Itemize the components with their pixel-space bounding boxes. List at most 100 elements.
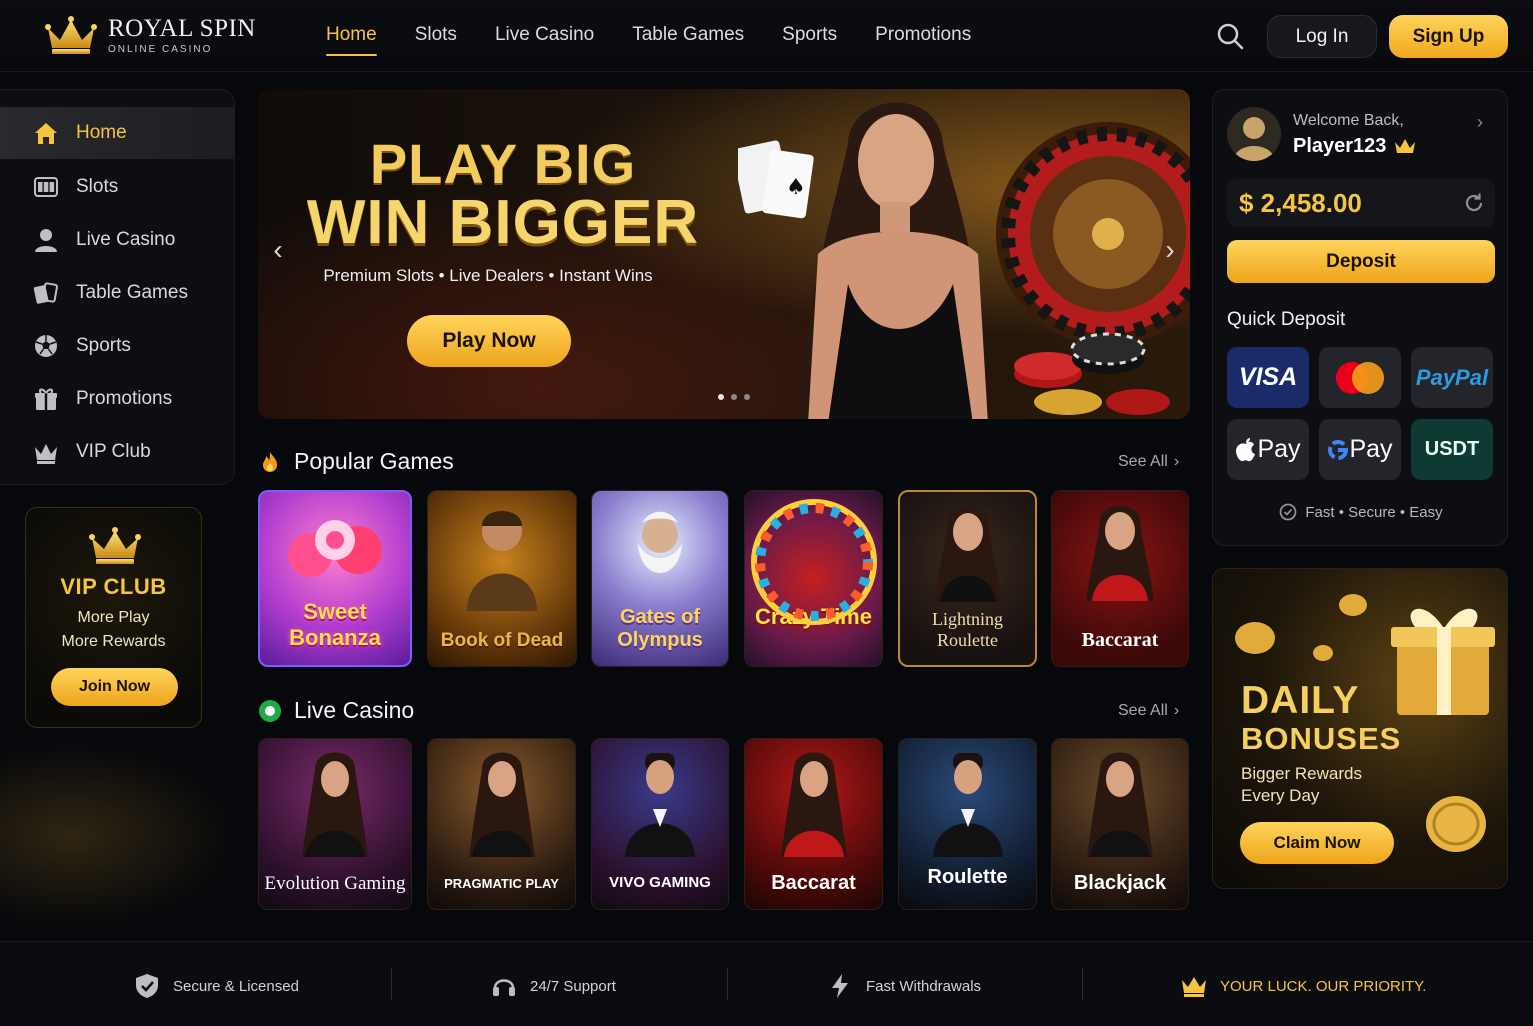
deposit-button[interactable]: Deposit — [1227, 240, 1495, 283]
welcome-text: Welcome Back, — [1293, 112, 1404, 129]
provider-name: VIVO GAMING — [609, 874, 711, 891]
live-card-vivo-gaming[interactable]: VIVO GAMING — [591, 738, 729, 910]
sidebar-item-vip-club[interactable]: VIP Club — [0, 426, 234, 478]
chevron-left-icon[interactable]: ‹ — [266, 234, 290, 265]
live-card-roulette[interactable]: Roulette — [898, 738, 1037, 910]
game-title: Lightning Roulette — [932, 609, 1003, 650]
vip-title: VIP CLUB — [60, 574, 167, 599]
hero-title-line-2: WIN BIGGER — [306, 188, 700, 257]
explorer-art — [467, 511, 537, 611]
balance-box: $ 2,458.00 — [1227, 179, 1495, 227]
live-card-blackjack[interactable]: Blackjack — [1051, 738, 1189, 910]
nav-sports[interactable]: Sports — [782, 24, 837, 56]
payment-label: USDT — [1424, 438, 1480, 460]
provider-name: Evolution Gaming — [264, 873, 406, 894]
play-now-button[interactable]: Play Now — [407, 315, 571, 367]
balance-amount: $ 2,458.00 — [1239, 188, 1362, 218]
vip-club-card: VIP CLUB More Play More Rewards Join Now — [25, 507, 202, 728]
refresh-icon[interactable] — [1462, 191, 1486, 215]
avatar[interactable] — [1227, 107, 1281, 161]
gold-coins-image — [1235, 594, 1367, 661]
carousel-dot[interactable] — [718, 394, 724, 400]
player-name[interactable]: Player123 — [1293, 135, 1416, 158]
soccer-ball-icon — [35, 335, 57, 357]
vip-line-1: More Play — [77, 609, 150, 626]
join-now-button[interactable]: Join Now — [51, 668, 178, 706]
carousel-dot[interactable] — [744, 394, 750, 400]
footer-bar: Secure & Licensed 24/7 Support Fast With… — [0, 941, 1533, 1026]
candy-art — [288, 520, 382, 577]
sidebar-item-label: Sports — [76, 335, 131, 356]
secure-note-text: Fast • Secure • Easy — [1305, 503, 1443, 521]
crown-icon — [1182, 977, 1206, 997]
provider-name: Blackjack — [1073, 872, 1167, 894]
nav-slots[interactable]: Slots — [415, 24, 457, 56]
google-icon — [1328, 439, 1349, 460]
search-icon[interactable] — [1214, 20, 1246, 52]
bonus-subtitle: Bigger Rewards Every Day — [1241, 763, 1401, 807]
footer-text: YOUR LUCK. OUR PRIORITY. — [1220, 977, 1427, 995]
hero-subtitle: Premium Slots • Live Dealers • Instant W… — [323, 266, 653, 285]
sidebar-item-slots[interactable]: Slots — [0, 161, 234, 213]
provider-name: PRAGMATIC PLAY — [444, 876, 559, 891]
chevron-right-icon: › — [1173, 702, 1180, 719]
payment-apple-pay-button[interactable]: Pay — [1227, 419, 1309, 480]
section-title: Live Casino — [294, 697, 415, 723]
sidebar-item-label: VIP Club — [76, 441, 151, 462]
shield-check-icon — [1279, 503, 1297, 521]
live-card-baccarat[interactable]: Baccarat — [744, 738, 883, 910]
shield-icon — [136, 974, 158, 998]
live-casino-heading: Live Casino — [258, 697, 414, 724]
game-card-crazy-time[interactable]: Crazy Time — [744, 490, 883, 667]
divider — [1082, 968, 1083, 1000]
dealer-art — [933, 507, 1002, 602]
quick-deposit-title: Quick Deposit — [1227, 309, 1346, 330]
sidebar-item-table-games[interactable]: Table Games — [0, 267, 234, 319]
hero-banner[interactable]: ♠ PLAY BIG WIN BIGGER Premium Slots • Li… — [258, 89, 1190, 419]
daily-bonus-card[interactable]: DAILY BONUSES Bigger Rewards Every Day C… — [1212, 568, 1508, 889]
game-title: Book of Dead — [440, 630, 564, 651]
payment-visa-button[interactable]: VISA — [1227, 347, 1309, 408]
chevron-right-icon[interactable]: › — [1158, 234, 1182, 265]
game-card-book-of-dead[interactable]: Book of Dead — [427, 490, 577, 667]
lightning-icon — [832, 974, 848, 998]
game-card-baccarat[interactable]: Baccarat — [1051, 490, 1189, 667]
footer-tagline: YOUR LUCK. OUR PRIORITY. — [1180, 972, 1426, 1000]
login-button[interactable]: Log In — [1267, 15, 1377, 58]
payment-usdt-button[interactable]: USDT — [1411, 419, 1493, 480]
payment-paypal-button[interactable]: PayPal — [1411, 347, 1493, 408]
game-card-sweet-bonanza[interactable]: Sweet Bonanza — [258, 490, 412, 667]
nav-promotions[interactable]: Promotions — [875, 24, 971, 56]
payment-google-pay-button[interactable]: Pay — [1319, 419, 1401, 480]
brand-logo[interactable]: ROYAL SPIN ONLINE CASINO — [44, 14, 256, 56]
claim-now-button[interactable]: Claim Now — [1240, 822, 1394, 864]
cards-icon — [33, 282, 58, 304]
payment-label: Pay — [1257, 435, 1301, 463]
game-card-gates-of-olympus[interactable]: Gates of Olympus — [591, 490, 729, 667]
sidebar-item-live-casino[interactable]: Live Casino — [0, 214, 234, 266]
provider-name: Roulette — [927, 866, 1008, 888]
sidebar-item-sports[interactable]: Sports — [0, 320, 234, 372]
footer-text: 24/7 Support — [530, 977, 616, 995]
chevron-right-icon[interactable]: › — [1477, 112, 1483, 133]
game-card-lightning-roulette[interactable]: Lightning Roulette — [898, 490, 1037, 667]
footer-text: Secure & Licensed — [173, 977, 299, 995]
sidebar-item-promotions[interactable]: Promotions — [0, 373, 234, 425]
nav-live-casino[interactable]: Live Casino — [495, 24, 594, 56]
payment-label: VISA — [1238, 363, 1298, 391]
nav-table-games[interactable]: Table Games — [632, 24, 744, 56]
wheel-art — [750, 499, 877, 625]
dealer-art — [302, 752, 368, 857]
brand-tagline: ONLINE CASINO — [108, 43, 213, 55]
live-card-pragmatic-play[interactable]: PRAGMATIC PLAY — [427, 738, 576, 910]
top-navigation-bar: ROYAL SPIN ONLINE CASINO Home Slots Live… — [0, 0, 1533, 72]
live-see-all-link[interactable]: See All › — [1118, 702, 1179, 720]
fire-icon — [263, 451, 277, 472]
popular-see-all-link[interactable]: See All › — [1118, 453, 1179, 471]
sidebar-item-home[interactable]: Home — [0, 107, 234, 159]
nav-home[interactable]: Home — [326, 24, 377, 56]
live-card-evolution-gaming[interactable]: Evolution Gaming — [258, 738, 412, 910]
payment-mastercard-button[interactable] — [1319, 347, 1401, 408]
carousel-dot[interactable] — [731, 394, 737, 400]
signup-button[interactable]: Sign Up — [1389, 15, 1508, 58]
